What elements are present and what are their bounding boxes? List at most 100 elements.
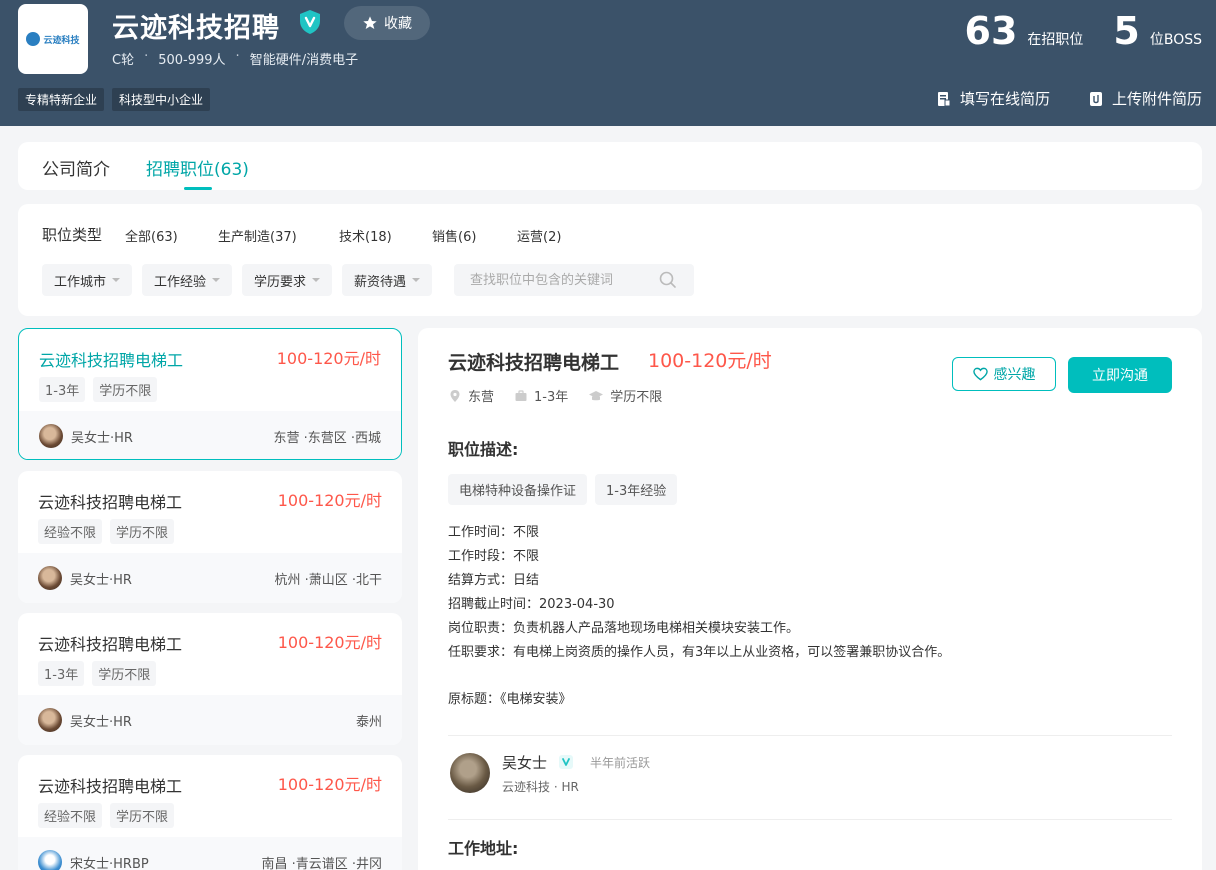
job-description-text: 工作时间：不限 工作时段：不限 结算方式：日结 招聘截止时间：2023-04-3… <box>448 521 950 665</box>
caret-down-icon <box>312 278 321 282</box>
experience-dropdown[interactable]: 工作经验 <box>142 264 233 296</box>
salary-dropdown-label: 薪资待遇 <box>354 274 407 290</box>
job-card-footer: 吴女士·HR 泰州 <box>18 695 402 745</box>
job-card[interactable]: 云迹科技招聘电梯工 100-120元/时 1-3年 学历不限 吴女士·HR 泰州 <box>18 613 402 745</box>
job-type-sales[interactable]: 销售(6) <box>432 226 476 245</box>
online-resume-link[interactable]: 填写在线简历 <box>936 88 1050 109</box>
location-pin-icon <box>450 389 460 402</box>
caret-down-icon <box>112 278 121 282</box>
detail-skill-tags: 电梯特种设备操作证 1-3年经验 <box>448 474 678 505</box>
detail-city: 东营 <box>448 386 494 405</box>
resume-links: 填写在线简历 上传附件简历 <box>936 88 1202 109</box>
city-dropdown-label: 工作城市 <box>54 274 107 290</box>
detail-meta: 东营 1-3年 学历不限 <box>448 386 662 405</box>
salary-dropdown[interactable]: 薪资待遇 <box>342 264 433 296</box>
job-tag: 学历不限 <box>110 803 175 828</box>
job-type-all[interactable]: 全部(63) <box>125 226 178 245</box>
job-card[interactable]: 云迹科技招聘电梯工 100-120元/时 经验不限 学历不限 吴女士·HR 杭州… <box>18 471 402 603</box>
job-tag: 学历不限 <box>92 661 157 686</box>
skill-tag: 1-3年经验 <box>595 474 678 505</box>
hr-name: 吴女士·HR <box>71 431 133 446</box>
hr-avatar <box>39 424 63 448</box>
online-resume-label: 填写在线简历 <box>959 90 1050 108</box>
job-card-footer: 吴女士·HR 东营 ·东营区 ·西城 <box>19 411 401 459</box>
job-type-manufacturing[interactable]: 生产制造(37) <box>218 226 297 245</box>
hr-name: 吴女士·HR <box>70 573 132 588</box>
boss-avatar <box>450 753 490 793</box>
job-requirements: 任职要求：有电梯上岗资质的操作人员，有3年以上从业资格，可以签署兼职协议合作。 <box>448 645 951 660</box>
upload-icon <box>1089 91 1102 106</box>
favorite-label: 收藏 <box>384 16 412 32</box>
caret-down-icon <box>212 278 221 282</box>
education-dropdown[interactable]: 学历要求 <box>242 264 333 296</box>
city-dropdown[interactable]: 工作城市 <box>42 264 133 296</box>
boss-name: 吴女士 <box>502 754 548 772</box>
job-tags: 1-3年 学历不限 <box>38 661 157 686</box>
work-address-heading: 工作地址: <box>448 839 519 858</box>
favorite-button[interactable]: 收藏 <box>344 6 430 40</box>
hr-name: 吴女士·HR <box>70 715 132 730</box>
interested-button[interactable]: 感兴趣 <box>952 357 1056 391</box>
company-industry: 智能硬件/消费电子 <box>249 53 359 68</box>
hr-avatar <box>38 566 62 590</box>
job-title: 云迹科技招聘电梯工 <box>38 635 183 654</box>
hr-name: 宋女士·HRBP <box>70 857 149 870</box>
original-title: 原标题：《电梯安装》 <box>448 692 572 707</box>
settlement-method: 结算方式：日结 <box>448 573 540 588</box>
company-tag: 科技型中小企业 <box>112 88 211 111</box>
job-description-heading: 职位描述: <box>448 440 519 459</box>
boss-count: 5 <box>1113 9 1140 53</box>
job-card-footer: 吴女士·HR 杭州 ·萧山区 ·北干 <box>18 553 402 603</box>
job-location: 东营 ·东营区 ·西城 <box>273 431 381 446</box>
company-tags: 专精特新企业 科技型中小企业 <box>18 88 211 111</box>
job-responsibilities: 岗位职责：负责机器人产品落地现场电梯相关模块安装工作。 <box>448 621 800 636</box>
job-location: 南昌 ·青云谱区 ·井冈 <box>261 857 382 870</box>
job-detail-panel: 云迹科技招聘电梯工 100-120元/时 东营 1-3年 学历不限 感兴趣 立即… <box>418 328 1202 870</box>
application-deadline: 招聘截止时间：2023-04-30 <box>448 597 615 612</box>
divider <box>448 819 1172 820</box>
open-positions-count: 63 <box>964 9 1018 53</box>
detail-city-text: 东营 <box>468 390 495 405</box>
company-logo: 云迹科技 <box>18 4 88 74</box>
job-salary: 100-120元/时 <box>277 491 382 510</box>
search-icon[interactable] <box>658 270 678 290</box>
job-type-tech[interactable]: 技术(18) <box>339 226 392 245</box>
verified-shield-icon <box>300 10 320 34</box>
company-meta: C轮 · 500-999人 · 智能硬件/消费电子 <box>112 49 358 68</box>
job-tag: 学历不限 <box>110 519 175 544</box>
tab-job-positions[interactable]: 招聘职位(63) <box>146 155 249 180</box>
job-tag: 1-3年 <box>38 661 85 686</box>
interested-label: 感兴趣 <box>993 367 1036 383</box>
heart-icon <box>972 367 988 381</box>
boss-count-label: 位BOSS <box>1149 32 1202 48</box>
skill-tag: 电梯特种设备操作证 <box>448 474 588 505</box>
job-tags: 经验不限 学历不限 <box>38 803 175 828</box>
job-tag: 1-3年 <box>39 377 86 402</box>
job-tag: 学历不限 <box>93 377 158 402</box>
tab-company-intro[interactable]: 公司简介 <box>42 155 110 180</box>
job-tags: 1-3年 学历不限 <box>39 377 158 402</box>
detail-job-title: 云迹科技招聘电梯工 <box>448 352 620 374</box>
hr-avatar <box>38 850 62 870</box>
detail-education: 学历不限 <box>588 386 662 405</box>
job-tag: 经验不限 <box>38 519 103 544</box>
detail-education-text: 学历不限 <box>610 390 663 405</box>
upload-resume-label: 上传附件简历 <box>1111 90 1202 108</box>
tabs-bar: 公司简介 招聘职位(63) <box>18 142 1202 190</box>
job-card[interactable]: 云迹科技招聘电梯工 100-120元/时 经验不限 学历不限 宋女士·HRBP … <box>18 755 402 870</box>
chat-now-button[interactable]: 立即沟通 <box>1068 357 1172 393</box>
boss-title: 云迹科技 · HR <box>502 780 579 794</box>
logo-mark-icon <box>26 32 41 46</box>
job-salary: 100-120元/时 <box>277 633 382 652</box>
job-title: 云迹科技招聘电梯工 <box>39 351 184 370</box>
caret-down-icon <box>412 278 421 282</box>
job-card[interactable]: 云迹科技招聘电梯工 100-120元/时 1-3年 学历不限 吴女士·HR 东营… <box>18 328 402 460</box>
detail-experience: 1-3年 <box>514 386 568 405</box>
job-type-operations[interactable]: 运营(2) <box>517 226 561 245</box>
meta-separator: · <box>235 49 240 64</box>
company-stage: C轮 <box>112 53 135 68</box>
upload-resume-link[interactable]: 上传附件简历 <box>1088 88 1202 109</box>
open-positions-label: 在招职位 <box>1027 32 1084 48</box>
detail-salary: 100-120元/时 <box>648 350 772 372</box>
verified-badge-icon <box>559 755 573 769</box>
